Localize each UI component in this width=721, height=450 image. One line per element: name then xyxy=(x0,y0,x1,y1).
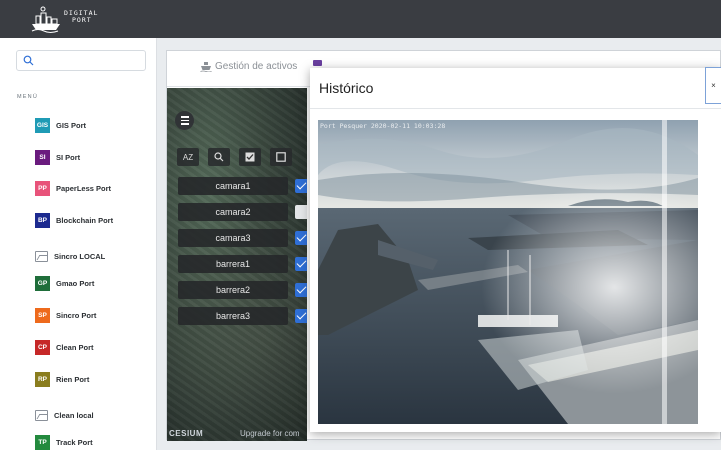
sidebar-item-label: Gmao Port xyxy=(56,278,95,288)
sidebar: MENÚ GIS GIS Port SI SI Port PP PaperLes… xyxy=(0,38,157,450)
sidebar-item-label: Sincro Port xyxy=(56,310,97,320)
sidebar-item-clean-local[interactable]: Clean local xyxy=(35,407,94,423)
bp-badge-icon: BP xyxy=(35,212,50,228)
top-bar: DIGITAL PORT xyxy=(0,0,721,38)
layer-checkbox-barrera1[interactable] xyxy=(295,257,307,271)
menu-icon[interactable] xyxy=(175,111,194,130)
historico-modal: Histórico × Port Pesquer 2020-02-11 10:0… xyxy=(310,67,721,432)
gis-badge-icon: GIS xyxy=(35,117,50,133)
layer-name: camara2 xyxy=(215,207,251,217)
logo-text: DIGITAL PORT xyxy=(64,10,98,24)
pp-badge-icon: PP xyxy=(35,180,50,196)
sidebar-item-sincro-port[interactable]: SP Sincro Port xyxy=(35,307,96,323)
layer-row-camara1[interactable]: camara1 xyxy=(178,177,288,195)
close-icon: × xyxy=(711,81,716,90)
modal-title: Histórico xyxy=(319,80,374,96)
layer-row-barrera3[interactable]: barrera3 xyxy=(178,307,288,325)
ship-logo-icon xyxy=(31,6,60,33)
check-all-icon[interactable] xyxy=(239,148,261,166)
sidebar-item-rien-port[interactable]: RP Rien Port xyxy=(35,371,89,387)
layer-name: barrera3 xyxy=(215,311,251,321)
sidebar-item-clean-port[interactable]: CP Clean Port xyxy=(35,339,94,355)
image-icon xyxy=(35,250,48,262)
magnifier-icon xyxy=(214,152,224,162)
sidebar-item-paperless-port[interactable]: PP PaperLess Port xyxy=(35,180,111,196)
layer-row-barrera1[interactable]: barrera1 xyxy=(178,255,288,273)
image-icon xyxy=(35,409,48,421)
layer-row-camara2[interactable]: camara2 xyxy=(178,203,288,221)
search-icon[interactable] xyxy=(208,148,230,166)
camera-timestamp-label: Port Pesquer 2020-02-11 10:03:28 xyxy=(320,122,446,130)
menu-label: MENÚ xyxy=(17,94,38,100)
tab-active-indicator[interactable] xyxy=(313,60,322,66)
sp-badge-icon: SP xyxy=(35,307,50,323)
sidebar-item-gis-port[interactable]: GIS GIS Port xyxy=(35,117,86,133)
search-input[interactable] xyxy=(16,50,146,71)
modal-divider xyxy=(310,108,721,109)
digital-port-logo[interactable]: DIGITAL PORT xyxy=(30,4,102,34)
cp-badge-icon: CP xyxy=(35,339,50,355)
checked-box-icon xyxy=(245,152,255,162)
layer-checkbox-barrera2[interactable] xyxy=(295,283,307,297)
tab-label: Gestión de activos xyxy=(215,61,298,72)
sidebar-item-label: Clean local xyxy=(54,410,94,420)
harbor-photo xyxy=(318,120,698,424)
sidebar-item-track-port[interactable]: TP Track Port xyxy=(35,434,93,450)
search-icon xyxy=(23,55,34,66)
sidebar-item-label: Rien Port xyxy=(56,374,90,384)
sort-label: AZ xyxy=(182,152,194,162)
sidebar-item-label: GIS Port xyxy=(56,120,87,130)
empty-box-icon xyxy=(276,152,286,162)
tp-badge-icon: TP xyxy=(35,434,50,450)
layer-name: barrera1 xyxy=(215,259,251,269)
ship-icon xyxy=(200,62,212,72)
tab-icon xyxy=(313,60,322,66)
map-view[interactable]: AZ camara1 camara2 camara3 barrera1 barr… xyxy=(167,88,307,441)
sidebar-item-label: Sincro LOCAL xyxy=(54,251,106,261)
camera-snapshot-image: Port Pesquer 2020-02-11 10:03:28 xyxy=(318,120,698,424)
gp-badge-icon: GP xyxy=(35,275,50,291)
layer-checkbox-camara1[interactable] xyxy=(295,179,307,193)
upgrade-link[interactable]: Upgrade for com xyxy=(240,429,300,438)
cesium-label: CESIUM xyxy=(169,429,204,438)
sidebar-item-label: Blockchain Port xyxy=(56,215,114,225)
sidebar-item-si-port[interactable]: SI SI Port xyxy=(35,149,80,165)
layer-row-camara3[interactable]: camara3 xyxy=(178,229,288,247)
sidebar-item-blockchain-port[interactable]: BP Blockchain Port xyxy=(35,212,113,228)
rp-badge-icon: RP xyxy=(35,371,50,387)
layer-name: camara3 xyxy=(215,233,251,243)
logo-line2: PORT xyxy=(72,16,92,24)
layer-checkbox-camara2[interactable] xyxy=(295,205,307,219)
sidebar-item-sincro-local[interactable]: Sincro LOCAL xyxy=(35,248,105,264)
tab-gestion-de-activos[interactable]: Gestión de activos xyxy=(200,61,297,72)
layer-name: camara1 xyxy=(215,181,251,191)
cesium-logo[interactable]: CESIUM xyxy=(169,429,203,438)
si-badge-icon: SI xyxy=(35,149,50,165)
sidebar-item-gmao-port[interactable]: GP Gmao Port xyxy=(35,275,94,291)
close-button[interactable]: × xyxy=(705,67,721,104)
sidebar-item-label: Track Port xyxy=(56,437,93,447)
sidebar-item-label: Clean Port xyxy=(56,342,94,352)
sidebar-item-label: PaperLess Port xyxy=(56,183,112,193)
uncheck-all-icon[interactable] xyxy=(270,148,292,166)
layer-toolbar: AZ xyxy=(177,148,292,166)
layer-checkbox-camara3[interactable] xyxy=(295,231,307,245)
sidebar-item-label: SI Port xyxy=(56,152,81,162)
layer-name: barrera2 xyxy=(215,285,251,295)
layer-row-barrera2[interactable]: barrera2 xyxy=(178,281,288,299)
sort-az-icon[interactable]: AZ xyxy=(177,148,199,166)
layer-checkbox-barrera3[interactable] xyxy=(295,309,307,323)
